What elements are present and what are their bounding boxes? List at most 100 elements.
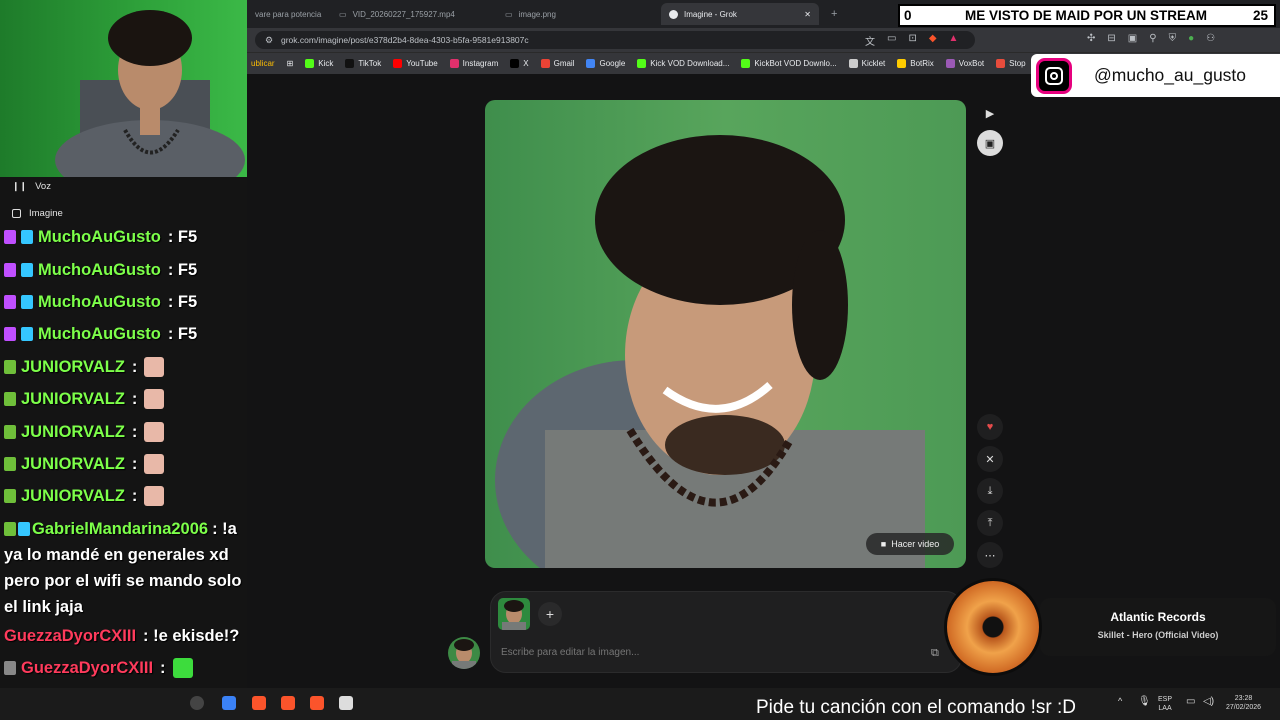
cast-icon[interactable]: ▭ <box>887 33 896 48</box>
extension-icon[interactable]: ⚲ <box>1149 33 1156 44</box>
chat-badge-icon <box>4 456 16 471</box>
brave-shield-icon[interactable]: ◆ <box>929 33 937 48</box>
prompt-input[interactable] <box>501 647 921 658</box>
chat-badge-icon <box>4 424 16 439</box>
tab-imagine-grok[interactable]: Imagine - Grok ✕ <box>661 3 819 25</box>
bookmark-item[interactable]: Kick <box>305 59 333 68</box>
instagram-handle: @mucho_au_gusto <box>1094 65 1247 85</box>
bookmark-label: TikTok <box>358 59 382 68</box>
bookmark-item[interactable]: Kicklet <box>848 59 885 68</box>
download-button[interactable]: ⤓ <box>977 478 1003 504</box>
app-icon[interactable] <box>222 696 236 710</box>
add-attachment-button[interactable]: + <box>538 602 562 626</box>
bookmark-favicon-icon <box>897 59 907 68</box>
sidebar-item-imagine[interactable]: Imagine <box>12 208 63 219</box>
chat-badge-icon <box>21 230 33 245</box>
stream-goal-ticker: 0 ME VISTO DE MAID POR UN STREAM 25 <box>898 4 1276 27</box>
sidebar-item-voz[interactable]: ❙❙ Voz <box>12 181 51 192</box>
tab-item[interactable]: ▭ image.png <box>497 3 657 25</box>
new-tab-button[interactable]: + <box>823 3 843 25</box>
chat-badge-icon <box>4 489 16 504</box>
apps-grid-icon[interactable]: ⊞ <box>287 59 294 68</box>
bookmark-item[interactable]: Gmail <box>540 59 574 68</box>
bookmark-partial[interactable]: ublicar <box>251 59 275 68</box>
bookmark-item[interactable]: X <box>510 59 529 68</box>
bookmark-label: Kick VOD Download... <box>650 59 730 68</box>
volume-icon[interactable]: ◁) <box>1203 697 1214 707</box>
chat-username: MuchoAuGusto <box>38 228 161 247</box>
generated-image[interactable] <box>485 100 966 568</box>
clock[interactable]: 23:28 27/02/2026 <box>1226 694 1261 712</box>
obs-icon[interactable] <box>190 696 204 710</box>
bookmark-item[interactable]: Stop <box>996 59 1026 68</box>
brave-icon[interactable] <box>310 696 324 710</box>
tab-item[interactable]: ▭ VID_20260227_175927.mp4 <box>331 3 491 25</box>
chat-message: JUNIORVALZ: <box>0 415 247 447</box>
extension-icon[interactable]: ⚇ <box>1206 33 1215 44</box>
bookmark-item[interactable]: YouTube <box>393 59 438 68</box>
chat-message: MuchoAuGusto: F5 <box>0 221 247 253</box>
bookmark-favicon-icon <box>449 59 459 68</box>
chat-username: GabrielMandarina2006 <box>32 519 209 538</box>
bookmark-item[interactable]: KickBot VOD Downlo... <box>741 59 837 68</box>
site-info-icon[interactable]: ⚙ <box>265 35 273 46</box>
bookmark-label: VoxBot <box>958 59 985 68</box>
lock-icon[interactable]: ⊡ <box>908 33 916 48</box>
bookmark-item[interactable]: VoxBot <box>945 59 985 68</box>
grok-logo-icon <box>669 9 678 19</box>
anime-emote-icon <box>144 389 165 410</box>
video-mode-button[interactable]: ▶ <box>977 100 1003 126</box>
generated-image-graphic <box>485 100 966 568</box>
bookmark-item[interactable]: BotRix <box>897 59 934 68</box>
chat-username: GuezzaDyorCXIII <box>21 659 154 678</box>
prompt-composer: + ⧉ <box>490 591 962 673</box>
make-video-button[interactable]: ■ Hacer video <box>866 533 954 555</box>
thumbnail-graphic <box>502 600 526 630</box>
image-edit-icon[interactable]: ⧉ <box>931 647 939 660</box>
brave-rewards-icon[interactable]: ▲ <box>949 33 959 48</box>
extension-icon[interactable]: ⊟ <box>1107 33 1115 44</box>
file-icon[interactable] <box>339 696 353 710</box>
language-indicator[interactable]: ESP LAA <box>1158 695 1172 713</box>
translate-icon[interactable]: 文 <box>865 33 875 48</box>
bookmark-favicon-icon <box>510 59 520 68</box>
address-bar-row: ⚙ grok.com/imagine/post/e378d2b4-8dea-43… <box>247 28 1280 52</box>
network-icon[interactable]: ▭ <box>1186 697 1195 707</box>
anime-emote-icon <box>144 453 165 474</box>
chat-badge-icon <box>4 661 16 676</box>
language-code: ESP <box>1158 696 1173 703</box>
chat-text: : F5 <box>167 292 198 311</box>
attached-image-thumbnail[interactable] <box>498 598 530 630</box>
chevron-up-icon[interactable]: ^ <box>1118 697 1122 706</box>
extension-icon[interactable]: ● <box>1188 33 1194 44</box>
brave-icon[interactable] <box>252 696 266 710</box>
bookmark-item[interactable]: TikTok <box>345 59 381 68</box>
user-avatar[interactable] <box>448 637 480 669</box>
brave-icon[interactable] <box>281 696 295 710</box>
share-x-button[interactable]: ✕ <box>977 446 1003 472</box>
close-icon[interactable]: ✕ <box>804 10 811 19</box>
plus-icon: + <box>831 8 838 20</box>
tab-item[interactable]: vare para potencia <box>247 3 325 25</box>
bookmark-item[interactable]: Kick VOD Download... <box>637 59 729 68</box>
share-button[interactable]: ⤒ <box>977 510 1003 536</box>
chat-message: JUNIORVALZ: <box>0 383 247 415</box>
image-icon: ▣ <box>984 137 996 150</box>
image-mode-button[interactable]: ▣ <box>977 130 1003 156</box>
bookmark-favicon-icon <box>305 59 315 68</box>
chat-message: MuchoAuGusto: F5 <box>0 253 247 285</box>
bookmark-item[interactable]: Instagram <box>449 59 498 68</box>
song-request-hint: Pide tu canción con el comando !sr :D <box>756 697 1077 718</box>
extension-icon[interactable]: ▣ <box>1128 33 1137 44</box>
bookmark-item[interactable]: Google <box>586 59 625 68</box>
bookmark-favicon-icon <box>945 59 955 68</box>
extension-icon[interactable]: ✣ <box>1087 33 1095 44</box>
tab-label: image.png <box>518 9 556 19</box>
sidebar-item-label: Imagine <box>29 208 63 219</box>
more-options-button[interactable]: ⋯ <box>977 542 1003 568</box>
microphone-icon[interactable]: 🎙 <box>1138 697 1151 707</box>
like-button[interactable]: ♥ <box>977 414 1003 440</box>
left-panel: ❙❙ Voz Imagine MuchoAuGusto: F5 MuchoAuGu… <box>0 177 247 711</box>
extension-icon[interactable]: ⛨ <box>1169 33 1177 44</box>
now-playing-card: Atlantic Records Skillet - Hero (Officia… <box>1040 598 1276 656</box>
